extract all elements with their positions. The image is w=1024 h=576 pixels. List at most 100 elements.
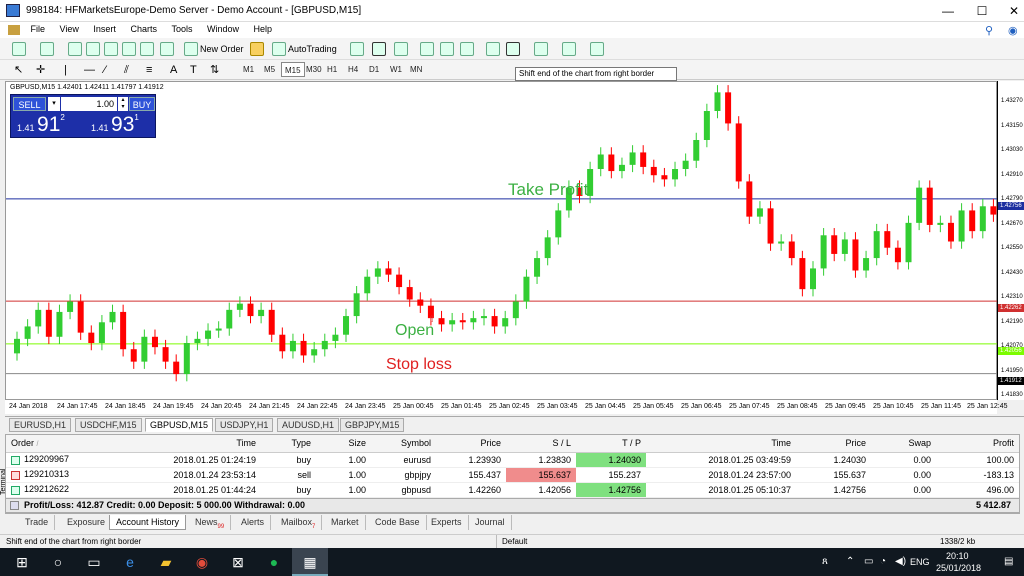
tab-alerts[interactable]: Alerts: [235, 515, 272, 530]
line-chart-icon[interactable]: [394, 42, 408, 56]
chart-shift-icon[interactable]: [506, 42, 520, 56]
col-symbol[interactable]: Symbol: [371, 435, 436, 453]
templates-icon[interactable]: [590, 42, 604, 56]
search-icon[interactable]: ⚲: [985, 24, 993, 37]
tab-usdchf-m15[interactable]: USDCHF,M15: [75, 418, 142, 432]
col-size[interactable]: Size: [316, 435, 371, 453]
market-watch-icon[interactable]: [68, 42, 82, 56]
timeframe-m15[interactable]: M15: [281, 62, 305, 77]
buy-price[interactable]: 1.41 931: [91, 113, 139, 137]
volume-icon[interactable]: ◀): [895, 556, 906, 567]
windows-start-icon[interactable]: ⊞: [4, 548, 40, 576]
search-icon[interactable]: ○: [40, 548, 76, 576]
bar-chart-icon[interactable]: [350, 42, 364, 56]
tab-gbpjpy-m15[interactable]: GBPJPY,M15: [340, 418, 405, 432]
col-time[interactable]: Time: [156, 435, 261, 453]
menu-help[interactable]: Help: [248, 22, 279, 36]
menu-charts[interactable]: Charts: [124, 22, 163, 36]
sell-price[interactable]: 1.41 912: [17, 113, 65, 137]
text-tool-icon[interactable]: A: [170, 62, 177, 78]
periods-icon[interactable]: [562, 42, 576, 56]
task-view-icon[interactable]: ▭: [76, 548, 112, 576]
file-explorer-icon[interactable]: ▰: [148, 548, 184, 576]
spotify-icon[interactable]: ●: [256, 548, 292, 576]
col-price[interactable]: Price: [436, 435, 506, 453]
buy-button[interactable]: BUY: [129, 97, 155, 111]
vertical-line-icon[interactable]: |: [64, 62, 67, 78]
cursor-icon[interactable]: ↖: [14, 62, 23, 78]
menu-file[interactable]: File: [25, 22, 52, 36]
profiles-icon[interactable]: [40, 42, 54, 56]
volume-input[interactable]: 1.00: [61, 97, 117, 111]
tab-gbpusd-m15[interactable]: GBPUSD,M15: [145, 418, 214, 432]
menu-tools[interactable]: Tools: [165, 22, 198, 36]
auto-scroll-icon[interactable]: [486, 42, 500, 56]
chrome-icon[interactable]: ◉: [184, 548, 220, 576]
tab-usdjpy-h1[interactable]: USDJPY,H1: [215, 418, 274, 432]
navigator-icon[interactable]: [104, 42, 118, 56]
col-close-time[interactable]: Time: [646, 435, 796, 453]
timeframe-d1[interactable]: D1: [366, 62, 382, 77]
autotrading-icon[interactable]: [272, 42, 286, 56]
menu-insert[interactable]: Insert: [87, 22, 122, 36]
timeframe-w1[interactable]: W1: [387, 62, 405, 77]
table-row[interactable]: 129212622 2018.01.25 01:44:24 buy 1.00 g…: [6, 482, 1019, 498]
new-order-button[interactable]: New Order: [200, 41, 244, 57]
tray-arrow-icon[interactable]: ⌃: [846, 556, 854, 567]
volume-dropdown-icon[interactable]: ▾: [48, 97, 60, 111]
candlestick-icon[interactable]: [372, 42, 386, 56]
tile-windows-icon[interactable]: [460, 42, 474, 56]
timeframe-m5[interactable]: M5: [261, 62, 278, 77]
volume-spinner[interactable]: ▴ ▾: [118, 97, 128, 111]
notifications-icon[interactable]: ▤: [1004, 556, 1013, 567]
tester-icon[interactable]: [140, 42, 154, 56]
tab-account-history[interactable]: Account History: [109, 515, 187, 530]
menu-window[interactable]: Window: [201, 22, 245, 36]
close-button[interactable]: ✕: [994, 3, 1024, 19]
battery-icon[interactable]: ▭: [864, 556, 873, 567]
network-icon[interactable]: ◔: [880, 556, 886, 567]
tab-exposure[interactable]: Exposure: [61, 515, 113, 530]
col-type[interactable]: Type: [261, 435, 316, 453]
zoom-out-icon[interactable]: [440, 42, 454, 56]
tab-eurusd-h1[interactable]: EURUSD,H1: [9, 418, 72, 432]
metatrader-icon[interactable]: ▦: [292, 548, 328, 576]
language-indicator[interactable]: ENG: [910, 557, 930, 567]
label-tool-icon[interactable]: T: [190, 62, 197, 78]
col-profit[interactable]: Profit: [936, 435, 1019, 453]
people-icon[interactable]: ጸ: [822, 556, 828, 567]
tab-mailbox[interactable]: Mailbox7: [275, 515, 323, 530]
tab-audusd-h1[interactable]: AUDUSD,H1: [277, 418, 340, 432]
edge-icon[interactable]: e: [112, 548, 148, 576]
tab-experts[interactable]: Experts: [425, 515, 469, 530]
sell-button[interactable]: SELL: [13, 97, 46, 111]
horizontal-line-icon[interactable]: —: [84, 62, 95, 78]
tab-journal[interactable]: Journal: [469, 515, 512, 530]
crosshair-icon[interactable]: [160, 42, 174, 56]
crosshair-tool-icon[interactable]: ✛: [36, 62, 45, 78]
data-window-icon[interactable]: [86, 42, 100, 56]
clock-time[interactable]: 20:10: [946, 551, 969, 561]
store-icon[interactable]: ⊠: [220, 548, 256, 576]
fibonacci-icon[interactable]: ≡: [146, 62, 152, 78]
col-tp[interactable]: T / P: [576, 435, 646, 453]
metaeditor-icon[interactable]: [250, 42, 264, 56]
table-row[interactable]: 129210313 2018.01.24 23:53:14 sell 1.00 …: [6, 467, 1019, 483]
timeframe-m30[interactable]: M30: [303, 62, 325, 77]
clock-date[interactable]: 25/01/2018: [936, 563, 981, 573]
tab-trade[interactable]: Trade: [19, 515, 56, 530]
zoom-in-icon[interactable]: [420, 42, 434, 56]
channel-icon[interactable]: ⫽: [124, 62, 129, 78]
trendline-icon[interactable]: ⁄: [104, 62, 106, 78]
menu-view[interactable]: View: [54, 22, 85, 36]
new-order-icon[interactable]: [184, 42, 198, 56]
user-icon[interactable]: ◉: [1008, 24, 1018, 37]
tab-market[interactable]: Market: [325, 515, 366, 530]
tab-news[interactable]: News99: [189, 515, 232, 530]
timeframe-m1[interactable]: M1: [240, 62, 257, 77]
new-chart-icon[interactable]: [12, 42, 26, 56]
terminal-icon[interactable]: [122, 42, 136, 56]
arrows-tool-icon[interactable]: ⇅: [210, 62, 219, 78]
timeframe-h1[interactable]: H1: [324, 62, 340, 77]
table-row[interactable]: 129209967 2018.01.25 01:24:19 buy 1.00 e…: [6, 452, 1019, 468]
